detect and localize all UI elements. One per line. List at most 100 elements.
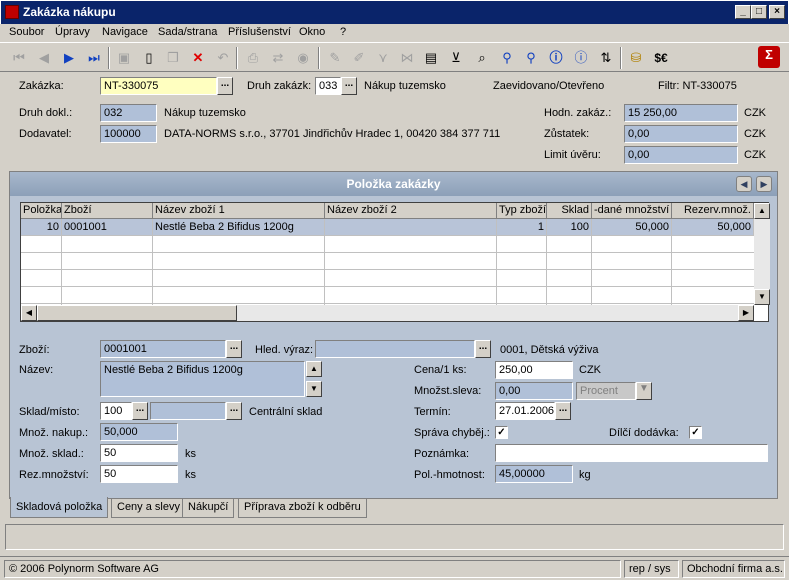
new-document-icon[interactable]: ▯ [140, 49, 158, 67]
currency-label: CZK [579, 364, 601, 376]
scroll-thumb[interactable] [37, 305, 237, 321]
druh-zakazk-label: Druh zakázk: [247, 80, 312, 92]
marker-icon[interactable]: ✐ [350, 49, 368, 67]
poznamka-field[interactable] [495, 444, 768, 462]
search-advanced-icon[interactable]: ⚲ [522, 49, 540, 67]
druh-zakazk-lookup-button[interactable]: ... [341, 77, 357, 95]
col-header-sklad[interactable]: Sklad [547, 203, 592, 219]
next-record-icon[interactable]: ▶ [60, 49, 78, 67]
dilci-dodavka-checkbox[interactable]: ✓ [689, 426, 702, 439]
mnoz-sleva-label: Množst.sleva: [414, 385, 482, 397]
currency-icon[interactable]: $€ [650, 49, 672, 67]
copyright-text: © 2006 Polynorm Software AG [4, 560, 621, 578]
nazev-scroll-down-icon[interactable]: ▼ [306, 381, 322, 397]
undo-icon[interactable]: ↶ [214, 49, 232, 67]
info-detail-icon[interactable]: ⓘ [572, 49, 590, 67]
dilci-dodavka-label: Dílčí dodávka: [609, 427, 679, 439]
col-header-nazev1[interactable]: Název zboží 1 [153, 203, 325, 219]
table-cell[interactable]: 1 [497, 219, 547, 236]
calculator-icon[interactable]: ▤ [422, 49, 440, 67]
scroll-left-icon[interactable]: ◀ [21, 305, 37, 321]
toolbar: ⏮ ◀ ▶ ⏭ ▣ ▯ ❐ ✕ ↶ ⎙ ⇄ ◉ ✎ ✐ ⋎ ⋈ ▤ ⊻ ⌕ ⚲ … [0, 42, 789, 72]
prev-record-icon[interactable]: ◀ [35, 49, 53, 67]
druh-dokl-field: 032 [100, 104, 157, 122]
col-header-mnozstvi[interactable]: -dané množství [592, 203, 672, 219]
hled-vyraz-field[interactable] [315, 340, 475, 358]
menu-upravy[interactable]: Úpravy [55, 26, 90, 38]
info-icon[interactable]: ⓘ [547, 49, 565, 67]
col-header-typ[interactable]: Typ zboží [497, 203, 547, 219]
tab-skladova-polozka[interactable]: Skladová položka [10, 497, 109, 518]
druh-zakazk-field[interactable]: 033 [315, 77, 341, 95]
col-header-zbozi[interactable]: Zboží [62, 203, 153, 219]
items-grid[interactable]: Položka Zboží Název zboží 1 Název zboží … [20, 202, 770, 322]
menu-help[interactable]: ? [340, 26, 346, 38]
menu-sada-strana[interactable]: Sada/strana [158, 26, 217, 38]
zakazka-field[interactable]: NT-330075 [100, 77, 217, 95]
zbozi-lookup-button[interactable]: ... [226, 340, 242, 358]
termin-field[interactable]: 27.01.2006 [495, 402, 555, 420]
save-icon[interactable]: ▣ [115, 49, 133, 67]
zoom-icon[interactable]: ⌕ [473, 49, 491, 67]
coins-icon[interactable]: ⛁ [627, 49, 645, 67]
col-header-polozka[interactable]: Položka [21, 203, 62, 219]
menu-prislusenstvi[interactable]: Příslušenství [228, 26, 291, 38]
tab-nakupci[interactable]: Nákupčí [182, 499, 235, 518]
limit-uveru-field: 0,00 [624, 146, 738, 164]
table-cell[interactable]: 50,000 [592, 219, 672, 236]
nazev-field[interactable]: Nestlé Beba 2 Bifidus 1200g [100, 361, 305, 397]
termin-picker-button[interactable]: ... [555, 402, 571, 420]
sleva-type-dropdown-icon[interactable]: ▼ [636, 382, 652, 400]
print-icon[interactable]: ⎙ [244, 49, 262, 67]
zbozi-field[interactable]: 0001001 [100, 340, 226, 358]
rez-mnozstvi-field[interactable]: 50 [100, 465, 178, 483]
copy-icon[interactable]: ❐ [164, 49, 182, 67]
table-cell[interactable]: 0001001 [62, 219, 153, 236]
table-cell[interactable]: 50,000 [672, 219, 754, 236]
sklad-lookup-button[interactable]: ... [132, 402, 148, 420]
tab-priprava-zbozi[interactable]: Příprava zboží k odběru [238, 499, 367, 518]
table-cell[interactable]: Nestlé Beba 2 Bifidus 1200g [153, 219, 325, 236]
scroll-right-icon[interactable]: ▶ [738, 305, 754, 321]
scroll-up-icon[interactable]: ▲ [754, 203, 770, 219]
table-cell[interactable]: 10 [21, 219, 62, 236]
search-icon[interactable]: ⚲ [498, 49, 516, 67]
next-item-icon[interactable]: ▶ [756, 176, 772, 192]
col-header-nazev2[interactable]: Název zboží 2 [325, 203, 497, 219]
unit-label: ks [185, 448, 196, 460]
company-text: Obchodní firma a.s. [682, 560, 785, 578]
cena-field[interactable]: 250,00 [495, 361, 573, 379]
sort-icon[interactable]: ⇅ [597, 49, 615, 67]
globe-icon[interactable]: ◉ [294, 49, 312, 67]
menu-okno[interactable]: Okno [299, 26, 325, 38]
scroll-down-icon[interactable]: ▼ [754, 289, 770, 305]
prev-item-icon[interactable]: ◀ [736, 176, 752, 192]
sleva-type-select[interactable]: Procent [576, 382, 636, 400]
table-cell[interactable]: 100 [547, 219, 592, 236]
minimize-button[interactable]: _ [735, 5, 751, 19]
filter-check-icon[interactable]: ⋎ [374, 49, 392, 67]
nazev-scroll-up-icon[interactable]: ▲ [306, 361, 322, 377]
misto-field[interactable] [150, 402, 226, 420]
menu-soubor[interactable]: Soubor [9, 26, 44, 38]
first-record-icon[interactable]: ⏮ [10, 49, 28, 67]
sprava-chybej-checkbox[interactable]: ✓ [495, 426, 508, 439]
col-header-rezerv[interactable]: Rezerv.množ. [672, 203, 754, 219]
edit-pen-icon[interactable]: ✎ [326, 49, 344, 67]
last-record-icon[interactable]: ⏭ [85, 49, 103, 67]
delete-icon[interactable]: ✕ [189, 49, 207, 67]
maximize-button[interactable]: □ [751, 5, 767, 19]
table-cell[interactable] [325, 219, 497, 236]
filter-clear-icon[interactable]: ⋈ [398, 49, 416, 67]
mnoz-sklad-field[interactable]: 50 [100, 444, 178, 462]
sklad-field[interactable]: 100 [100, 402, 132, 420]
close-button[interactable]: × [769, 5, 785, 19]
menu-navigace[interactable]: Navigace [102, 26, 148, 38]
zakazka-lookup-button[interactable]: ... [217, 77, 233, 95]
hled-vyraz-lookup-button[interactable]: ... [475, 340, 491, 358]
filter-icon[interactable]: ⊻ [447, 49, 465, 67]
export-icon[interactable]: ⇄ [269, 49, 287, 67]
tab-ceny-a-slevy[interactable]: Ceny a slevy [111, 499, 186, 518]
misto-lookup-button[interactable]: ... [226, 402, 242, 420]
mnoz-sleva-field[interactable]: 0,00 [495, 382, 573, 400]
